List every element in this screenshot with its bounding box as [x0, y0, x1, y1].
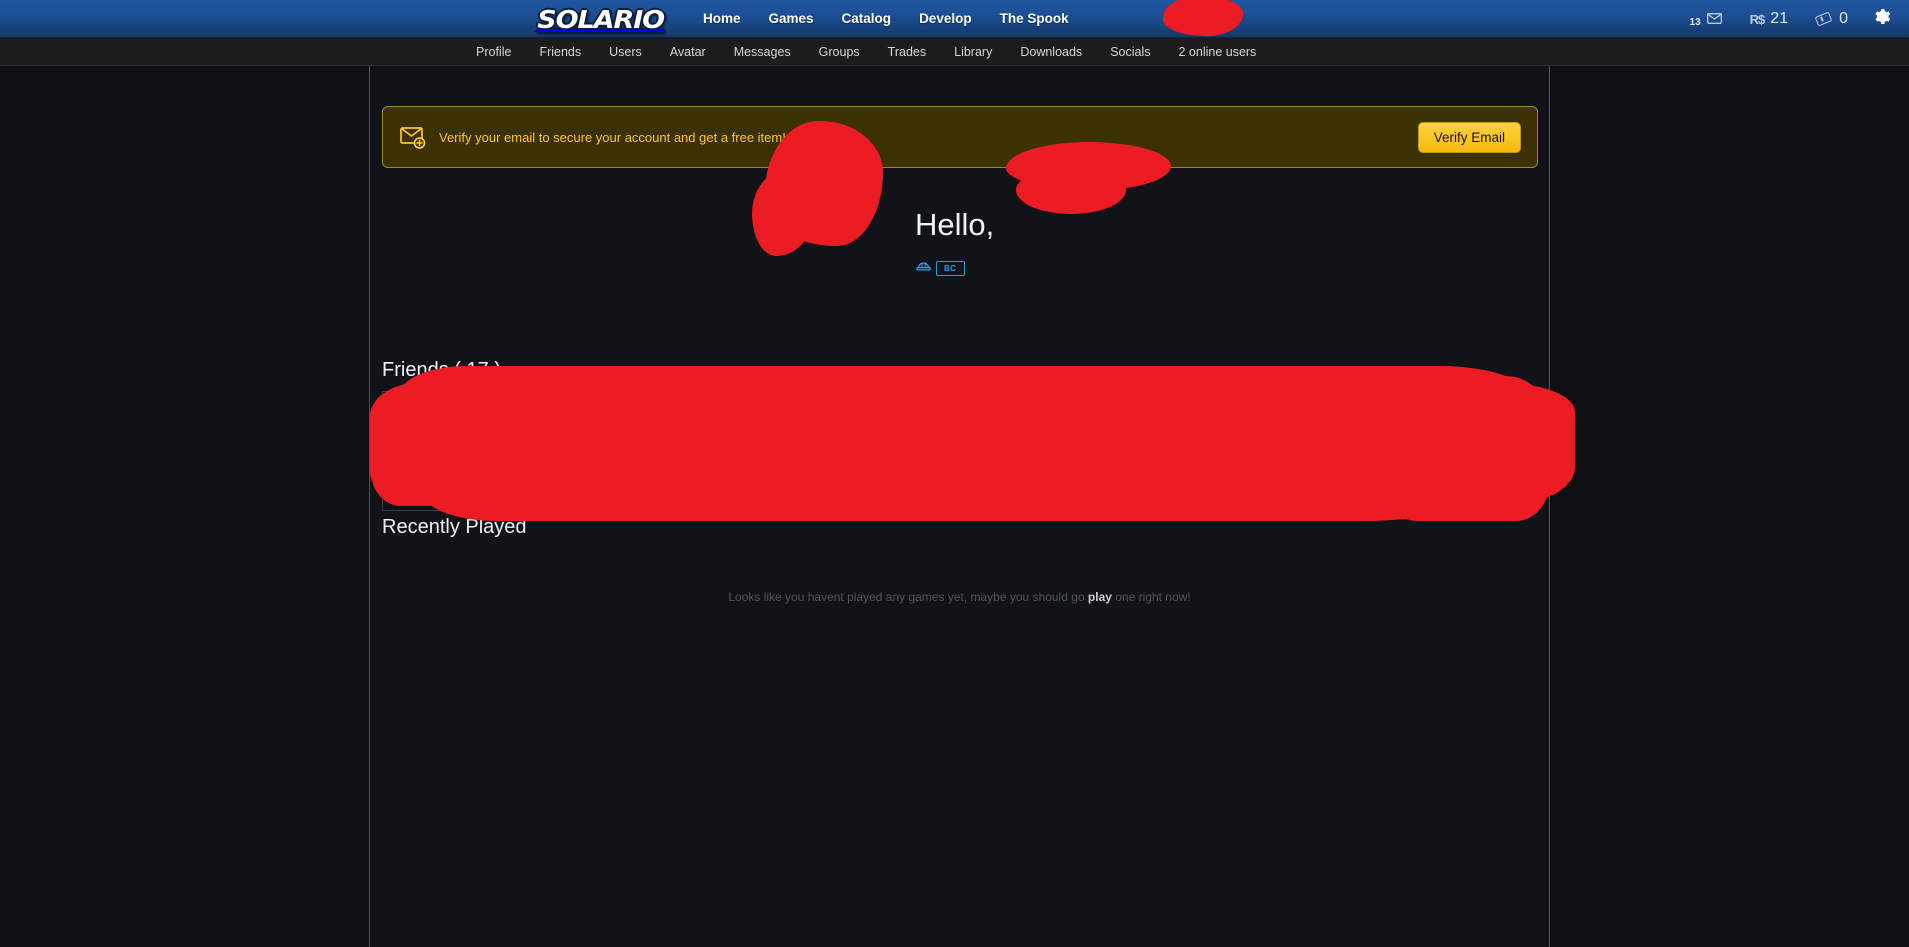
robux-symbol: R$ — [1749, 11, 1766, 27]
nav-item-the-spook[interactable]: The Spook — [986, 0, 1083, 38]
builders-club-label: BC — [936, 260, 965, 276]
envelope-icon — [1706, 11, 1722, 28]
friends-heading: Friends ( 17 ) — [382, 359, 501, 381]
verify-email-button[interactable]: Verify Email — [1417, 121, 1521, 153]
subnav-item-online-users[interactable]: 2 online users — [1164, 38, 1270, 66]
solario-logo: SOLARIO — [537, 4, 665, 34]
profile-header: Hello, BC — [370, 181, 1549, 326]
friends-list-panel[interactable] — [382, 391, 1539, 511]
page-body: Verify your email to secure your account… — [0, 66, 1909, 947]
messages-indicator[interactable]: 13 — [1676, 0, 1736, 38]
subnav-item-groups[interactable]: Groups — [805, 38, 874, 66]
nav-item-catalog[interactable]: Catalog — [828, 0, 906, 38]
subnav-item-downloads[interactable]: Downloads — [1006, 38, 1096, 66]
subnav-item-socials[interactable]: Socials — [1096, 38, 1164, 66]
recently-played-empty-state: Looks like you havent played any games y… — [370, 590, 1549, 604]
subnav-item-messages[interactable]: Messages — [720, 38, 805, 66]
avatar[interactable] — [755, 181, 877, 321]
empty-state-suffix: one right now! — [1111, 590, 1191, 604]
top-navigation-bar: SOLARIO Home Games Catalog Develop The S… — [0, 0, 1909, 38]
currency-robux-indicator[interactable]: R$ 21 — [1736, 0, 1802, 38]
nav-item-games[interactable]: Games — [755, 0, 828, 38]
empty-state-prefix: Looks like you havent played any games y… — [728, 590, 1088, 604]
verify-email-banner: Verify your email to secure your account… — [382, 106, 1538, 168]
brand-logo-link[interactable]: SOLARIO — [537, 0, 665, 38]
greeting-block: Hello, BC — [915, 209, 994, 278]
hardhat-icon — [915, 258, 932, 278]
content-container: Verify your email to secure your account… — [369, 66, 1550, 947]
subnav-item-library[interactable]: Library — [940, 38, 1006, 66]
robux-amount: 21 — [1770, 10, 1789, 27]
page-title: Hello, — [915, 207, 995, 242]
redaction-mark — [1163, 0, 1243, 36]
subnav-item-profile[interactable]: Profile — [462, 38, 525, 66]
envelope-add-icon — [399, 123, 427, 151]
nav-item-home[interactable]: Home — [689, 0, 755, 38]
subnav-item-friends[interactable]: Friends — [525, 38, 595, 66]
currency-tickets-indicator[interactable]: 0 — [1802, 0, 1862, 38]
verify-email-message: Verify your email to secure your account… — [439, 129, 786, 145]
top-right-controls: 13 R$ 21 0 — [1676, 0, 1909, 38]
subnav-item-users[interactable]: Users — [595, 38, 656, 66]
settings-button[interactable] — [1862, 0, 1909, 38]
ticket-icon — [1814, 11, 1833, 27]
primary-nav: Home Games Catalog Develop The Spook — [689, 0, 1083, 38]
play-link[interactable]: play — [1088, 590, 1112, 604]
secondary-nav: Profile Friends Users Avatar Messages Gr… — [0, 38, 1909, 66]
nav-item-develop[interactable]: Develop — [905, 0, 986, 38]
recently-played-heading: Recently Played — [382, 516, 527, 538]
builders-club-badge[interactable]: BC — [915, 258, 994, 278]
subnav-item-avatar[interactable]: Avatar — [656, 38, 720, 66]
tickets-amount: 0 — [1839, 10, 1848, 27]
gear-icon — [1872, 7, 1891, 31]
messages-count: 13 — [1689, 16, 1701, 28]
subnav-item-trades[interactable]: Trades — [874, 38, 940, 66]
